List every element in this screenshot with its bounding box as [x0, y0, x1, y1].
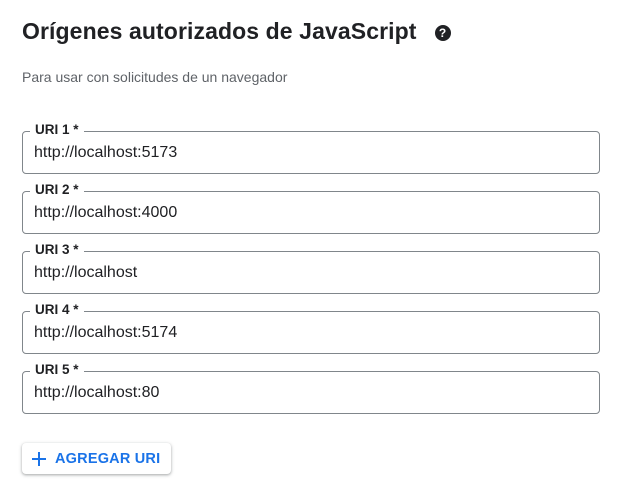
uri-field-3: URI 3 * — [22, 242, 600, 294]
plus-icon — [32, 451, 46, 466]
uri-input-1[interactable] — [34, 132, 588, 173]
add-uri-label: AGREGAR URI — [55, 450, 161, 467]
section-subtitle: Para usar con solicitudes de un navegado… — [22, 69, 288, 85]
uri-field-2: URI 2 * — [22, 182, 600, 234]
uri-input-2[interactable] — [34, 192, 588, 233]
section-title: Orígenes autorizados de JavaScript — [22, 18, 417, 44]
uri-input-4[interactable] — [34, 312, 588, 353]
uri-field-5: URI 5 * — [22, 362, 600, 414]
uri-input-3[interactable] — [34, 252, 588, 293]
uri-field-1: URI 1 * — [22, 122, 600, 174]
add-uri-button[interactable]: AGREGAR URI — [22, 443, 172, 474]
uri-field-4: URI 4 * — [22, 302, 600, 354]
uri-input-5[interactable] — [34, 372, 588, 413]
help-icon[interactable]: ? — [434, 24, 451, 41]
section-header: Orígenes autorizados de JavaScript ? — [22, 18, 451, 45]
